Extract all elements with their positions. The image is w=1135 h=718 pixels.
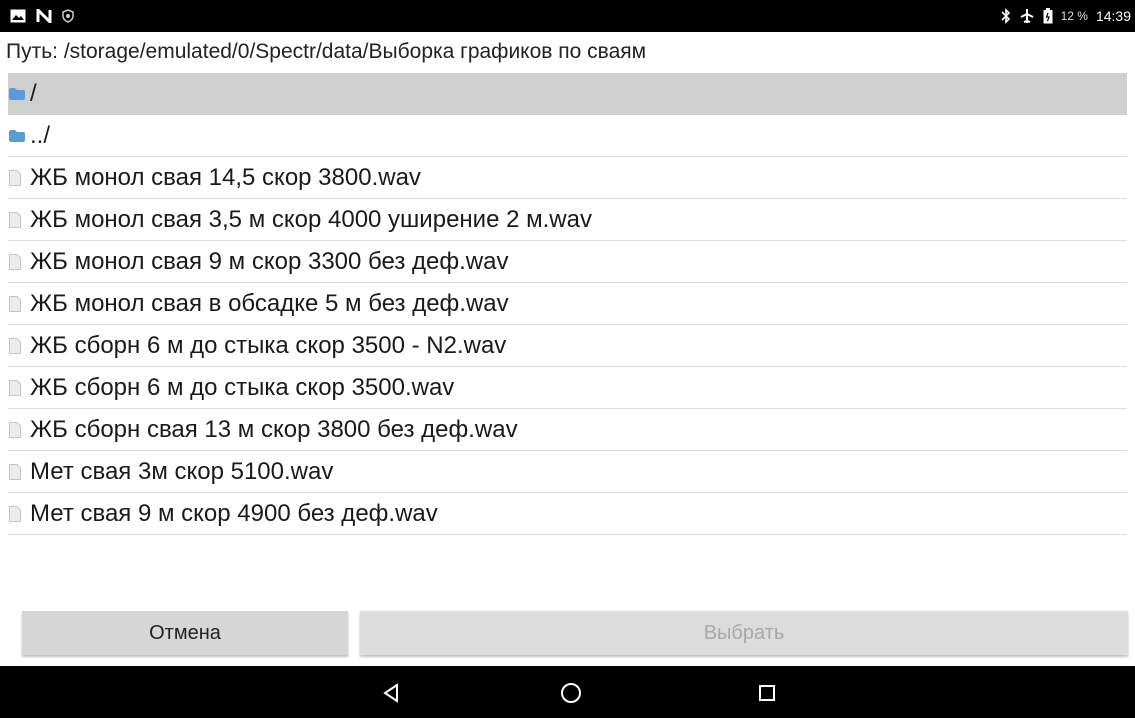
bluetooth-icon: [1001, 8, 1011, 24]
file-icon: [8, 210, 28, 230]
file-icon: [8, 378, 28, 398]
file-icon: [8, 294, 28, 314]
cancel-button[interactable]: Отмена: [22, 611, 348, 655]
image-icon: [10, 9, 26, 23]
file-list: / ../ ЖБ монол свая 14,5 скор 3800.wav ЖБ м…: [8, 73, 1127, 535]
row-label: Мет свая 3м скор 5100.wav: [30, 457, 334, 485]
file-row[interactable]: ЖБ монол свая 9 м скор 3300 без деф.wav: [8, 241, 1127, 283]
back-icon[interactable]: [376, 678, 406, 708]
folder-row[interactable]: /: [8, 73, 1127, 115]
file-icon: [8, 336, 28, 356]
shield-icon: [62, 9, 74, 23]
row-label: ЖБ сборн 6 м до стыка скор 3500.wav: [30, 373, 455, 401]
folder-row[interactable]: ../: [8, 115, 1127, 157]
status-bar: 12 % 14:39: [0, 0, 1135, 32]
recents-icon[interactable]: [752, 678, 782, 708]
select-button[interactable]: Выбрать: [360, 611, 1128, 655]
row-label: /: [30, 79, 37, 107]
navigation-bar: [0, 666, 1135, 718]
home-icon[interactable]: [556, 678, 586, 708]
file-row[interactable]: ЖБ монол свая 3,5 м скор 4000 уширение 2…: [8, 199, 1127, 241]
row-label: ЖБ сборн свая 13 м скор 3800 без деф.wav: [30, 415, 518, 443]
battery-percent: 12 %: [1060, 9, 1088, 23]
row-label: ЖБ сборн 6 м до стыка скор 3500 - N2.wav: [30, 331, 507, 359]
status-left-icons: [0, 9, 74, 23]
row-label: ЖБ монол свая 9 м скор 3300 без деф.wav: [30, 247, 509, 275]
path-label: Путь: /storage/emulated/0/Spectr/data/Вы…: [6, 40, 647, 63]
file-icon: [8, 462, 28, 482]
row-label: ../: [30, 121, 51, 149]
file-icon: [8, 252, 28, 272]
row-label: ЖБ монол свая 3,5 м скор 4000 уширение 2…: [30, 205, 592, 233]
n-icon: [36, 9, 52, 23]
row-label: ЖБ монол свая 14,5 скор 3800.wav: [30, 163, 421, 191]
row-label: ЖБ монол свая в обсадке 5 м без деф.wav: [30, 289, 509, 317]
file-row[interactable]: ЖБ монол свая в обсадке 5 м без деф.wav: [8, 283, 1127, 325]
file-row[interactable]: ЖБ сборн 6 м до стыка скор 3500.wav: [8, 367, 1127, 409]
file-icon: [8, 168, 28, 188]
file-row[interactable]: Мет свая 9 м скор 4900 без деф.wav: [8, 493, 1127, 535]
file-row[interactable]: ЖБ монол свая 14,5 скор 3800.wav: [8, 157, 1127, 199]
status-right-icons: 12 % 14:39: [1001, 0, 1131, 32]
row-label: Мет свая 9 м скор 4900 без деф.wav: [30, 499, 438, 527]
file-row[interactable]: ЖБ сборн свая 13 м скор 3800 без деф.wav: [8, 409, 1127, 451]
clock: 14:39: [1095, 8, 1131, 24]
file-icon: [8, 504, 28, 524]
file-row[interactable]: ЖБ сборн 6 м до стыка скор 3500 - N2.wav: [8, 325, 1127, 367]
file-icon: [8, 420, 28, 440]
folder-icon: [8, 84, 28, 104]
airplane-icon: [1019, 8, 1035, 24]
battery-icon: [1043, 8, 1053, 24]
file-row[interactable]: Мет свая 3м скор 5100.wav: [8, 451, 1127, 493]
folder-icon: [8, 126, 28, 146]
